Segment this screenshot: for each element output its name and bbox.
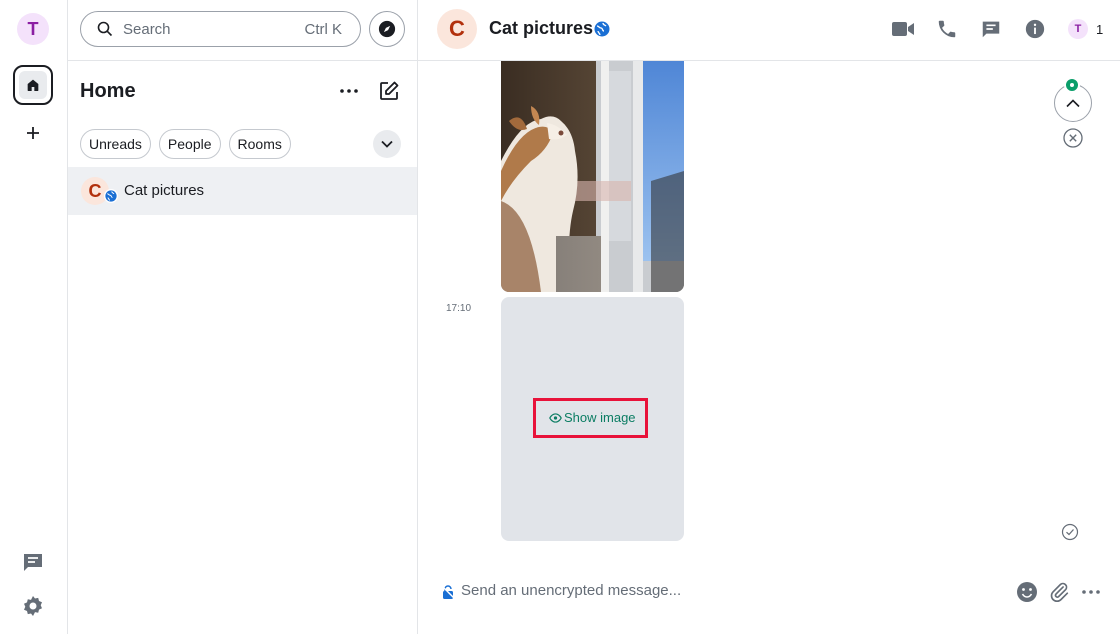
message-timestamp: 17:10 [446,303,472,314]
room-info-button[interactable] [1023,17,1047,41]
more-composer-options-button[interactable] [1079,580,1103,604]
info-icon [1025,19,1045,39]
message-input[interactable]: Send an unencrypted message... [461,582,681,599]
home-space-button[interactable] [13,65,53,105]
paperclip-icon [1050,582,1069,603]
search-button[interactable]: Search Ctrl K [80,11,361,47]
close-circle-icon [1063,128,1083,148]
member-count: 1 [1096,21,1104,37]
attach-file-button[interactable] [1047,580,1071,604]
emoji-button[interactable] [1015,580,1039,604]
room-header-avatar[interactable]: C [437,9,477,49]
threads-panel-button[interactable] [979,17,1003,41]
room-view: C Cat pictures T 1 17:10 Show image Send… [418,0,1120,634]
filter-chip-rooms[interactable]: Rooms [228,129,291,159]
compass-icon [378,20,396,38]
unencrypted-lock-icon [441,585,455,599]
check-circle-icon [1061,523,1079,541]
highlight-box [533,398,648,438]
search-shortcut: Ctrl K [304,20,343,38]
user-avatar[interactable]: T [17,13,49,45]
globe-icon [105,190,117,202]
public-room-indicator [594,21,610,37]
chevron-down-icon [381,140,393,148]
more-options-icon [1082,590,1100,594]
divider [68,60,418,61]
cat-image-message[interactable] [501,61,684,292]
threads-button[interactable] [21,550,45,574]
compose-icon [380,81,399,100]
cat-photo [501,61,684,292]
member-avatar: T [1068,19,1088,39]
threads-icon [982,21,1000,38]
create-space-button[interactable] [20,120,46,146]
quick-settings-button[interactable] [21,594,45,618]
video-camera-icon [892,22,914,36]
dismiss-jump-button[interactable] [1063,128,1083,148]
filter-chip-people[interactable]: People [158,129,221,159]
room-header-title[interactable]: Cat pictures [489,18,593,39]
space-bar: T [0,0,68,634]
search-icon [97,21,113,37]
voice-call-button[interactable] [935,17,959,41]
unread-indicator [1064,77,1080,93]
home-icon [27,79,39,91]
read-receipt[interactable] [1061,523,1079,541]
expand-filters-button[interactable] [373,130,401,158]
threads-icon [24,554,42,571]
gear-icon [24,596,42,616]
room-name: Cat pictures [124,182,205,199]
room-filter-chips: Unreads People Rooms [80,129,291,159]
more-options-icon [340,89,358,93]
room-list-panel: Search Ctrl K Home Unreads People Rooms … [68,0,418,634]
filter-chip-unreads[interactable]: Unreads [80,129,151,159]
emoji-icon [1017,582,1037,602]
chevron-up-icon [1066,98,1080,107]
public-room-badge [104,189,118,203]
message-composer: Send an unencrypted message... [418,570,1120,614]
search-placeholder: Search [123,20,171,38]
room-list-options-button[interactable] [336,80,362,102]
plus-icon [27,127,39,139]
member-list-button[interactable]: T 1 [1068,19,1103,39]
phone-icon [938,20,956,38]
room-header: C Cat pictures T 1 [418,0,1120,61]
explore-rooms-button[interactable] [369,11,405,47]
room-list-item[interactable]: C Cat pictures [68,167,417,215]
room-list-title: Home [80,80,136,102]
compose-button[interactable] [377,79,401,103]
video-call-button[interactable] [891,17,915,41]
globe-icon [594,21,610,37]
